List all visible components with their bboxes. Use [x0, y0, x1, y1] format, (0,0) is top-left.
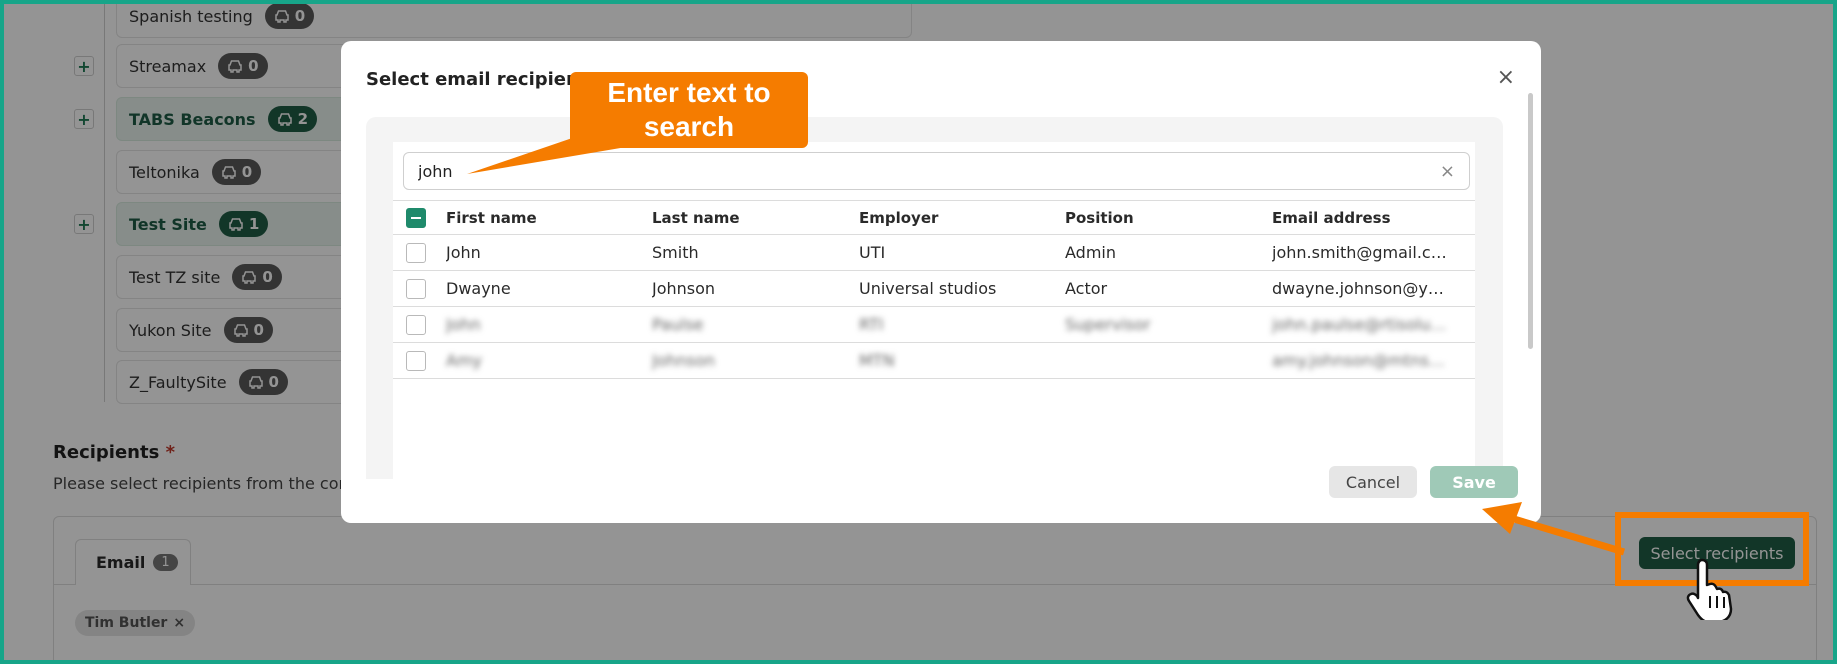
cell-position: Actor	[1065, 279, 1108, 298]
column-header-last-name[interactable]: Last name	[652, 209, 842, 227]
cell-last-name: Smith	[652, 243, 699, 262]
search-hint-callout: Enter text to search	[570, 72, 808, 148]
cell-last-name: Johnson	[652, 351, 716, 370]
clear-search-icon[interactable]: ×	[1440, 161, 1455, 182]
table-row[interactable]: John Smith UTI Admin john.smith@gmail.com	[393, 235, 1475, 271]
table-body: John Smith UTI Admin john.smith@gmail.com Dwa…	[393, 235, 1475, 379]
cell-first-name: John	[446, 243, 481, 262]
cell-employer: MTN	[859, 351, 895, 370]
cell-last-name: Paulse	[652, 315, 704, 334]
cell-email: john.paulse@rtisoluti...	[1272, 315, 1452, 334]
hand-cursor-icon	[1686, 558, 1733, 620]
table-header-row: First name Last name Employer Position E…	[393, 200, 1475, 235]
modal-title: Select email recipients	[366, 69, 599, 90]
save-button[interactable]: Save	[1430, 466, 1518, 498]
cell-last-name: Johnson	[652, 279, 716, 298]
row-checkbox[interactable]	[406, 314, 426, 335]
recipients-table: First name Last name Employer Position E…	[393, 200, 1475, 379]
select-recipients-modal: Select email recipients × × First name L…	[341, 41, 1541, 523]
column-header-first-name[interactable]: First name	[446, 209, 636, 227]
table-row[interactable]: Dwayne Johnson Universal studios Actor dwayn…	[393, 271, 1475, 307]
select-all-checkbox[interactable]	[406, 207, 426, 228]
cell-email: amy.johnson@mtnsa...	[1272, 351, 1452, 370]
cell-position: Supervisor	[1065, 315, 1151, 334]
cell-employer: RTI	[859, 315, 884, 334]
modal-body: × First name Last name Employer Position…	[366, 117, 1503, 479]
search-input[interactable]	[418, 161, 1418, 181]
cell-first-name: Amy	[446, 351, 482, 370]
row-checkbox[interactable]	[406, 278, 426, 299]
cell-email: dwayne.johnson@yah...	[1272, 279, 1452, 298]
column-header-employer[interactable]: Employer	[859, 209, 1049, 227]
cancel-button[interactable]: Cancel	[1329, 466, 1417, 498]
cell-email: john.smith@gmail.com	[1272, 243, 1452, 262]
table-row[interactable]: John Paulse RTI Supervisor john.paulse@rtiso…	[393, 307, 1475, 343]
recipient-table-panel: × First name Last name Employer Position…	[393, 142, 1475, 479]
cell-position: Admin	[1065, 243, 1116, 262]
close-icon[interactable]: ×	[1497, 67, 1515, 89]
cell-first-name: Dwayne	[446, 279, 511, 298]
cell-employer: Universal studios	[859, 279, 997, 298]
table-row[interactable]: Amy Johnson MTN amy.johnson@mtnsa...	[393, 343, 1475, 379]
modal-scrollbar[interactable]	[1528, 93, 1533, 349]
search-field[interactable]: ×	[403, 152, 1470, 190]
screenshot-frame: Spanish testing 0 + Streamax 0 + TABS Beacons 2…	[0, 0, 1837, 664]
cell-employer: UTI	[859, 243, 886, 262]
row-checkbox[interactable]	[406, 350, 426, 371]
row-checkbox[interactable]	[406, 242, 426, 263]
cell-first-name: John	[446, 315, 481, 334]
column-header-email[interactable]: Email address	[1272, 209, 1452, 227]
column-header-position[interactable]: Position	[1065, 209, 1255, 227]
